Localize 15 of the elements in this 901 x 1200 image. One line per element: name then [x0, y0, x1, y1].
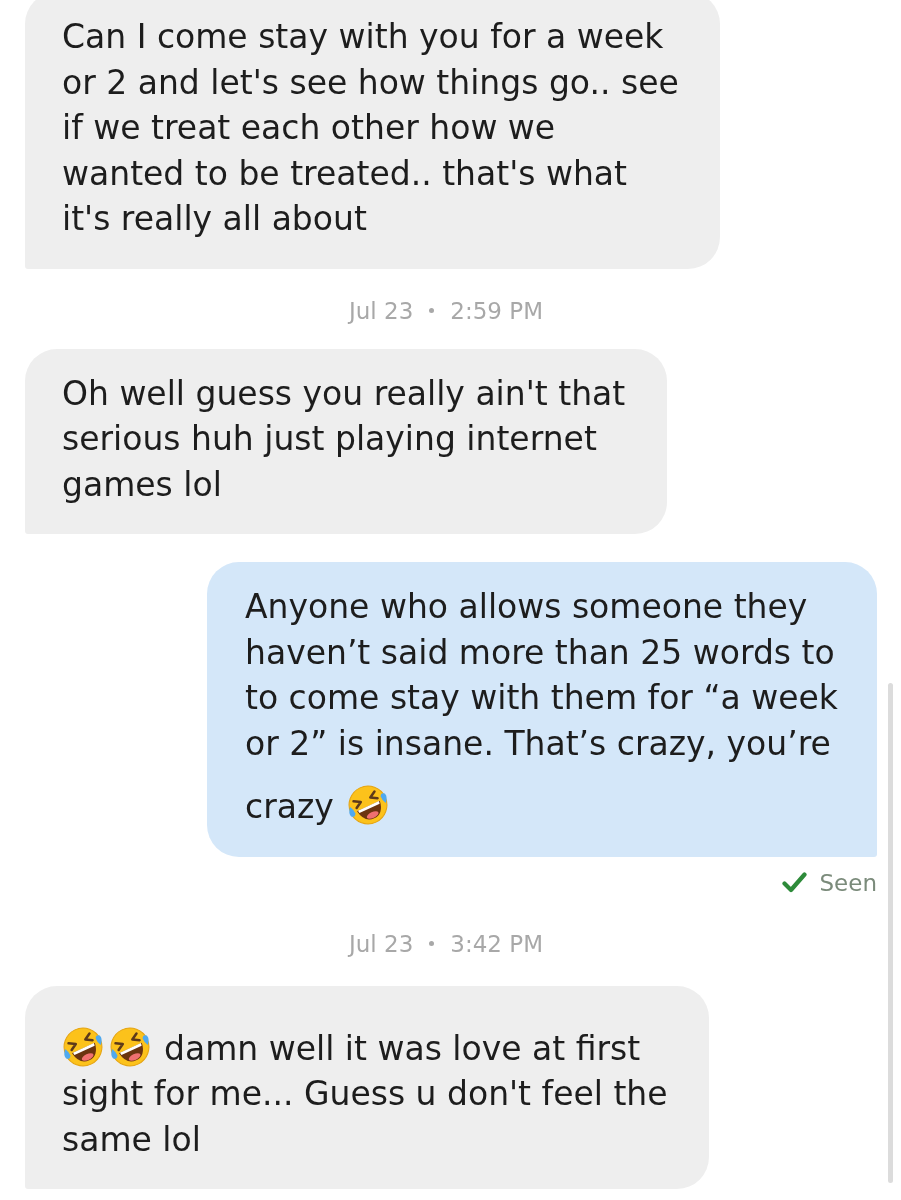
date-label: Jul 23 [349, 297, 414, 324]
seen-status: Seen [819, 869, 877, 896]
laughing-face-icon [62, 1025, 104, 1068]
time-label: 3:42 PM [450, 930, 543, 957]
dot-icon [429, 941, 435, 946]
laughing-face-icon [346, 784, 389, 826]
time-label: 2:59 PM [450, 297, 543, 324]
laughing-face-icon [109, 1025, 151, 1068]
message-text: Oh well guess you really ain't that serious huh just playing internet games lol [62, 372, 627, 506]
message-text: damn well it was love at first sight for me... Guess u don't feel the same lol [62, 1007, 669, 1162]
check-icon [781, 872, 807, 893]
date-label: Jul 23 [349, 930, 414, 957]
message-text: Anyone who allows someone they haven’t said more than 25 words to to come stay with them for “a week or 2” is insane. That’s crazy, you’re crazy [245, 586, 839, 828]
dot-icon [429, 308, 435, 313]
message-text: Can I come stay with you for a week or 2 and let's see how things go.. see if we treat each other how we wanted to be treated.. that's what it's really all about [62, 16, 680, 240]
